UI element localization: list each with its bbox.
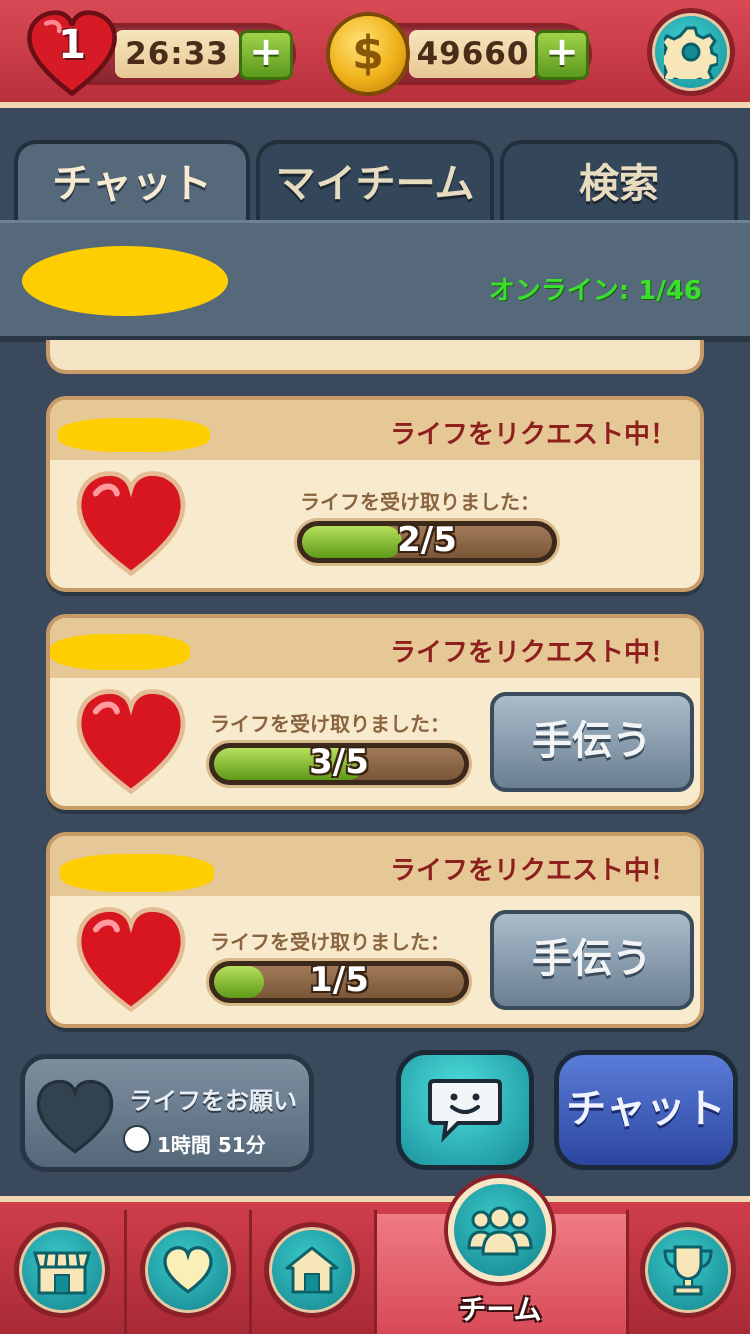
heart-icon bbox=[76, 689, 186, 795]
ask-lives-label: ライフをお願い bbox=[129, 1087, 297, 1115]
progress-text: 2/5 bbox=[397, 520, 457, 560]
online-count: オンライン: 1/46 bbox=[488, 276, 702, 306]
chat-button[interactable]: チャット bbox=[554, 1050, 738, 1170]
lives-count: 1 bbox=[58, 22, 86, 68]
heart-icon bbox=[76, 907, 186, 1013]
nav-leaderboard[interactable] bbox=[640, 1222, 736, 1318]
nav-lives[interactable] bbox=[140, 1222, 236, 1318]
redacted-team-name bbox=[22, 246, 228, 316]
heart-icon bbox=[76, 471, 186, 577]
team-icon bbox=[467, 1206, 533, 1256]
nav-divider bbox=[626, 1210, 629, 1334]
smile-bubble-icon bbox=[428, 1079, 502, 1143]
tab-search[interactable]: 検索 bbox=[500, 140, 738, 220]
progress-text: 3/5 bbox=[309, 742, 369, 782]
nav-shop[interactable] bbox=[14, 1222, 110, 1318]
progress-bar: 2/5 bbox=[294, 518, 560, 566]
progress-bar: 3/5 bbox=[206, 740, 472, 788]
shop-icon bbox=[33, 1251, 91, 1295]
coins-count: 49660 bbox=[409, 30, 537, 78]
nav-home[interactable] bbox=[264, 1222, 360, 1318]
tab-my-team[interactable]: マイチーム bbox=[256, 140, 494, 220]
home-icon bbox=[285, 1246, 339, 1294]
heart-icon bbox=[163, 1246, 213, 1294]
tab-chat[interactable]: チャット bbox=[14, 140, 250, 228]
redacted-player-name bbox=[50, 634, 190, 670]
ask-lives-button[interactable]: ライフをお願い 1時間 51分 bbox=[20, 1054, 314, 1172]
emoji-chat-button[interactable] bbox=[396, 1050, 534, 1170]
lives-timer: 26:33 bbox=[115, 30, 239, 78]
add-coins-button[interactable]: + bbox=[535, 30, 589, 80]
nav-divider bbox=[374, 1210, 377, 1334]
progress-bar: 1/5 bbox=[206, 958, 472, 1006]
gear-icon bbox=[664, 26, 718, 79]
dark-heart-icon bbox=[36, 1079, 114, 1154]
nav-team[interactable] bbox=[448, 1178, 552, 1282]
redacted-player-name bbox=[58, 418, 210, 452]
nav-team-label: チーム bbox=[458, 1293, 542, 1326]
add-lives-button[interactable]: + bbox=[239, 30, 293, 80]
nav-divider bbox=[124, 1210, 127, 1334]
progress-text: 1/5 bbox=[309, 960, 369, 1000]
trophy-icon bbox=[663, 1245, 713, 1296]
received-label: ライフを受け取りました： bbox=[210, 930, 450, 954]
request-status: ライフをリクエスト中！ bbox=[389, 856, 676, 886]
help-button[interactable]: 手伝う bbox=[490, 692, 694, 792]
coin-icon: $ bbox=[326, 12, 410, 96]
received-label: ライフを受け取りました： bbox=[210, 712, 450, 736]
redacted-player-name bbox=[60, 854, 214, 892]
ask-lives-timer: 1時間 51分 bbox=[157, 1133, 266, 1157]
previous-card-edge bbox=[46, 340, 704, 374]
nav-divider bbox=[249, 1210, 252, 1334]
settings-button[interactable] bbox=[647, 8, 735, 96]
life-request-card: ライフをリクエスト中！ ライフを受け取りました： 2/5 bbox=[46, 396, 704, 592]
request-status: ライフをリクエスト中！ bbox=[389, 420, 676, 450]
life-request-card: ライフをリクエスト中！ ライフを受け取りました： 1/5 手伝う bbox=[46, 832, 704, 1028]
help-button[interactable]: 手伝う bbox=[490, 910, 694, 1010]
clock-icon bbox=[123, 1125, 151, 1153]
life-request-card: ライフをリクエスト中！ ライフを受け取りました： 3/5 手伝う bbox=[46, 614, 704, 810]
request-status: ライフをリクエスト中！ bbox=[389, 638, 676, 668]
received-label: ライフを受け取りました： bbox=[300, 490, 540, 514]
